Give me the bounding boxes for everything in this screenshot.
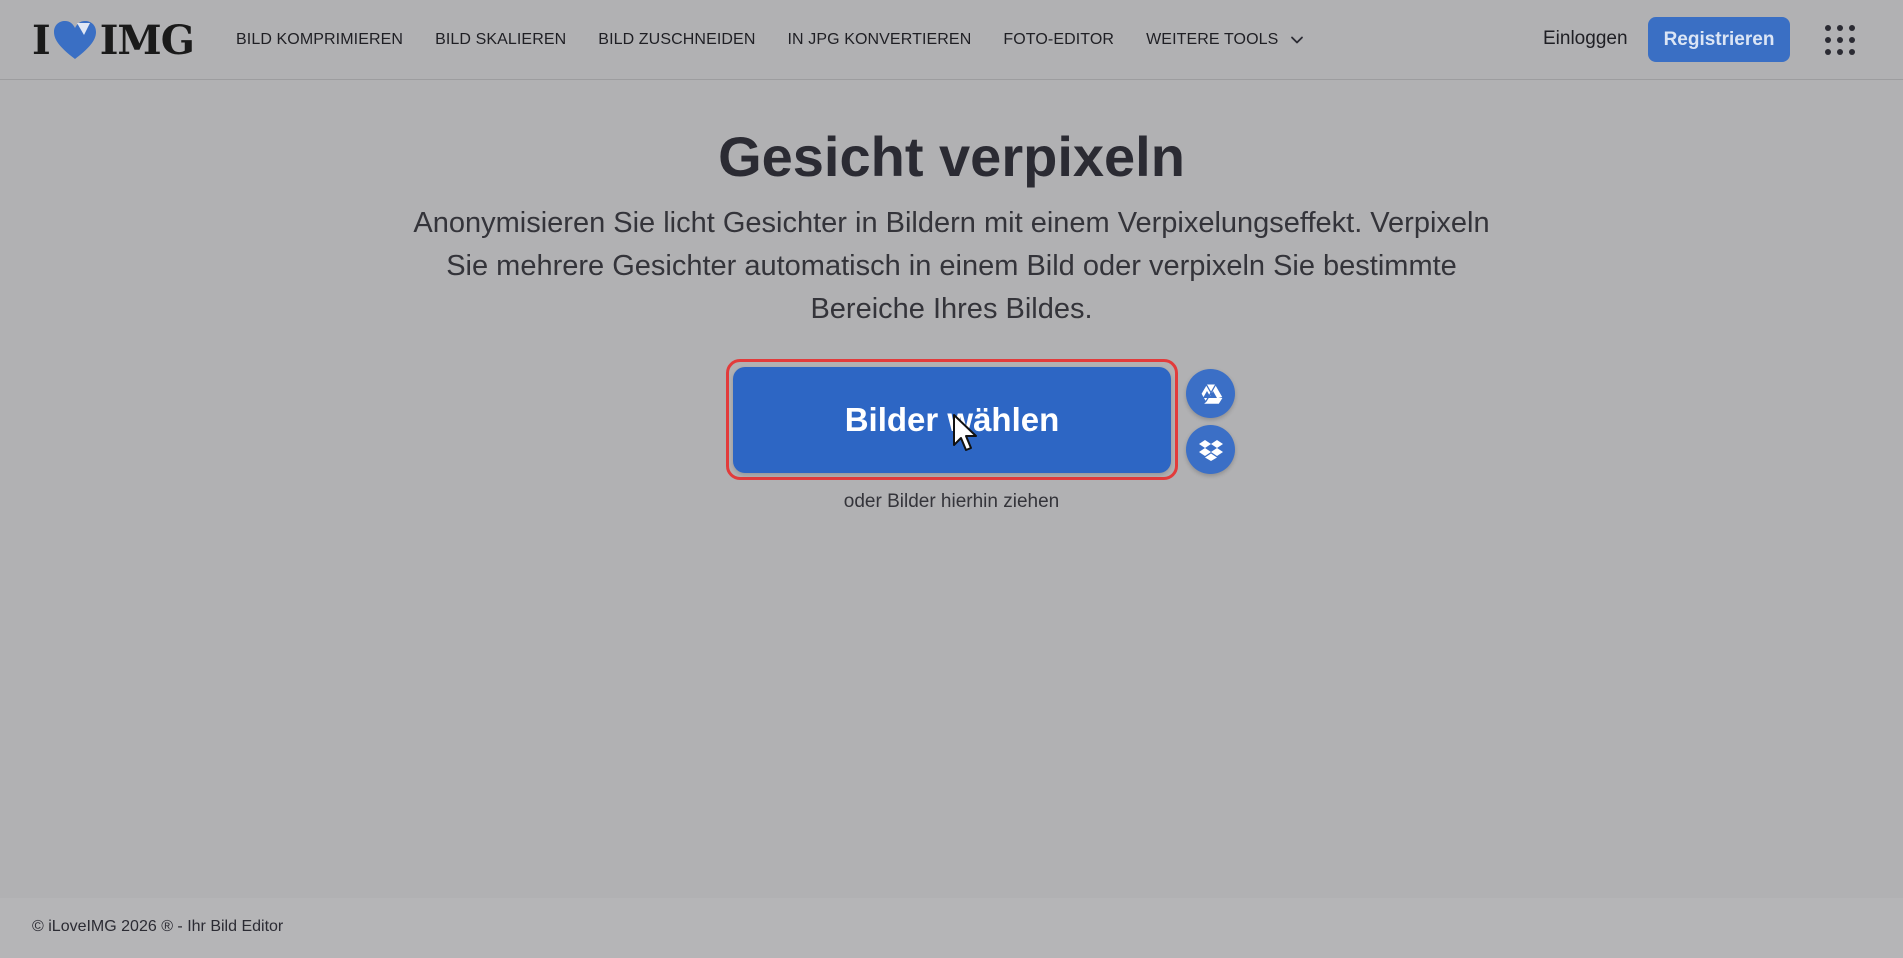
page: I IMG BILD KOMPRIMIEREN BILD SKALIEREN B… <box>0 0 1903 958</box>
nav-item-label: BILD SKALIEREN <box>435 31 567 48</box>
nav-item-resize[interactable]: BILD SKALIEREN <box>435 31 566 49</box>
login-link[interactable]: Einloggen <box>1543 28 1628 50</box>
main-nav: BILD KOMPRIMIEREN BILD SKALIEREN BILD ZU… <box>236 0 1336 80</box>
nav-item-more-tools[interactable]: WEITERE TOOLS <box>1146 31 1304 49</box>
nav-item-label: IN JPG KONVERTIEREN <box>787 31 972 48</box>
nav-item-crop[interactable]: BILD ZUSCHNEIDEN <box>598 31 755 49</box>
footer <box>0 898 1903 958</box>
dropbox-button[interactable] <box>1186 425 1235 474</box>
footer-copyright: © iLoveIMG 2026 ® - Ihr Bild Editor <box>32 918 284 935</box>
drop-hint-text: oder Bilder hierhin ziehen <box>843 491 1060 512</box>
logo-letter-i: I <box>32 16 51 64</box>
dropbox-icon <box>1198 439 1223 461</box>
google-drive-icon <box>1201 384 1222 404</box>
google-drive-button[interactable] <box>1186 369 1235 418</box>
nav-item-label: BILD KOMPRIMIEREN <box>236 31 404 48</box>
grid-menu-icon[interactable] <box>1822 22 1858 58</box>
nav-item-label: FOTO-EDITOR <box>1003 31 1115 48</box>
page-title: Gesicht verpixeln <box>718 125 1185 188</box>
nav-item-compress[interactable]: BILD KOMPRIMIEREN <box>236 31 403 49</box>
nav-item-label: WEITERE TOOLS <box>1146 31 1279 48</box>
nav-item-photo-editor[interactable]: FOTO-EDITOR <box>1003 31 1114 49</box>
mouse-cursor-icon <box>953 414 977 451</box>
heart-icon <box>53 21 96 59</box>
top-navbar: I IMG BILD KOMPRIMIEREN BILD SKALIEREN B… <box>0 0 1903 80</box>
page-description: Anonymisieren Sie licht Gesichter in Bil… <box>413 207 1490 325</box>
site-logo[interactable]: I IMG <box>32 17 195 64</box>
logo-text-img: IMG <box>99 16 195 64</box>
register-button[interactable]: Registrieren <box>1648 17 1790 62</box>
chevron-down-icon <box>1291 36 1304 44</box>
nav-item-convert-jpg[interactable]: IN JPG KONVERTIEREN <box>787 31 971 49</box>
nav-item-label: BILD ZUSCHNEIDEN <box>598 31 756 48</box>
